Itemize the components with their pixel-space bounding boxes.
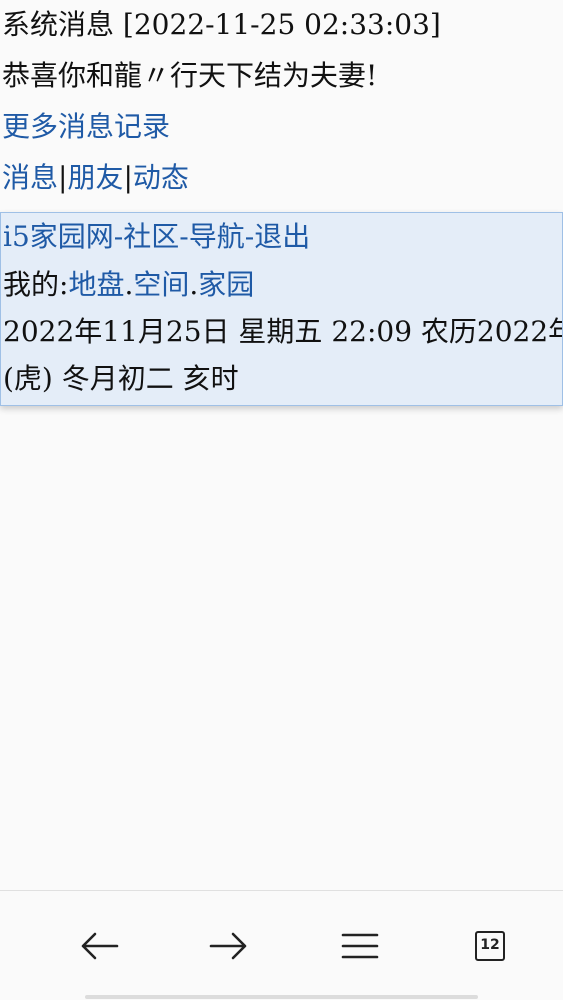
menu-button[interactable] [290, 891, 430, 1000]
browser-bottom-bar: 12 [0, 890, 563, 1000]
tabs-icon: 12 [475, 930, 505, 961]
friends-link[interactable]: 朋友 [67, 161, 123, 194]
date-line-2: (虎) 冬月初二 亥时 [3, 362, 239, 395]
tabs-button[interactable]: 12 [420, 891, 560, 1000]
arrow-right-icon [209, 932, 247, 959]
territory-link[interactable]: 地盘 [68, 268, 124, 301]
page-content: 系统消息 [2022-11-25 02:33:03] 恭喜你和龍〃行天下结为夫妻… [0, 0, 563, 203]
activity-link[interactable]: 动态 [133, 161, 189, 194]
separator: - [179, 220, 189, 253]
quick-nav: 消息|朋友|动态 [0, 152, 563, 203]
site-info-panel: i5家园网-社区-导航-退出 我的:地盘.空间.家园 2022年11月25日 星… [0, 212, 563, 406]
system-message-header: 系统消息 [2022-11-25 02:33:03] [2, 8, 441, 41]
logout-link[interactable]: 退出 [254, 220, 310, 253]
separator: | [123, 161, 133, 194]
more-messages-link[interactable]: 更多消息记录 [2, 110, 170, 143]
system-message-body: 恭喜你和龍〃行天下结为夫妻! [2, 59, 378, 92]
my-links: 我的:地盘.空间.家园 [1, 261, 562, 308]
home-garden-link[interactable]: 家园 [198, 268, 254, 301]
home-indicator [85, 995, 478, 999]
my-links-prefix: 我的: [3, 268, 69, 301]
separator: - [244, 220, 255, 253]
navigation-link[interactable]: 导航 [189, 220, 245, 253]
separator: . [189, 268, 199, 301]
messages-link[interactable]: 消息 [2, 161, 58, 194]
forward-button[interactable] [159, 891, 299, 1000]
more-messages-row: 更多消息记录 [0, 101, 563, 152]
site-nav: i5家园网-社区-导航-退出 [1, 213, 562, 261]
community-link[interactable]: 社区 [123, 220, 179, 253]
space-link[interactable]: 空间 [133, 268, 189, 301]
home-link[interactable]: i5家园网 [3, 220, 114, 253]
arrow-left-icon [81, 932, 119, 959]
date-line-1: 2022年11月25日 星期五 22:09 农历2022年 [3, 315, 562, 348]
separator: - [113, 220, 124, 253]
hamburger-menu-icon [341, 933, 379, 958]
back-button[interactable] [29, 891, 169, 1000]
